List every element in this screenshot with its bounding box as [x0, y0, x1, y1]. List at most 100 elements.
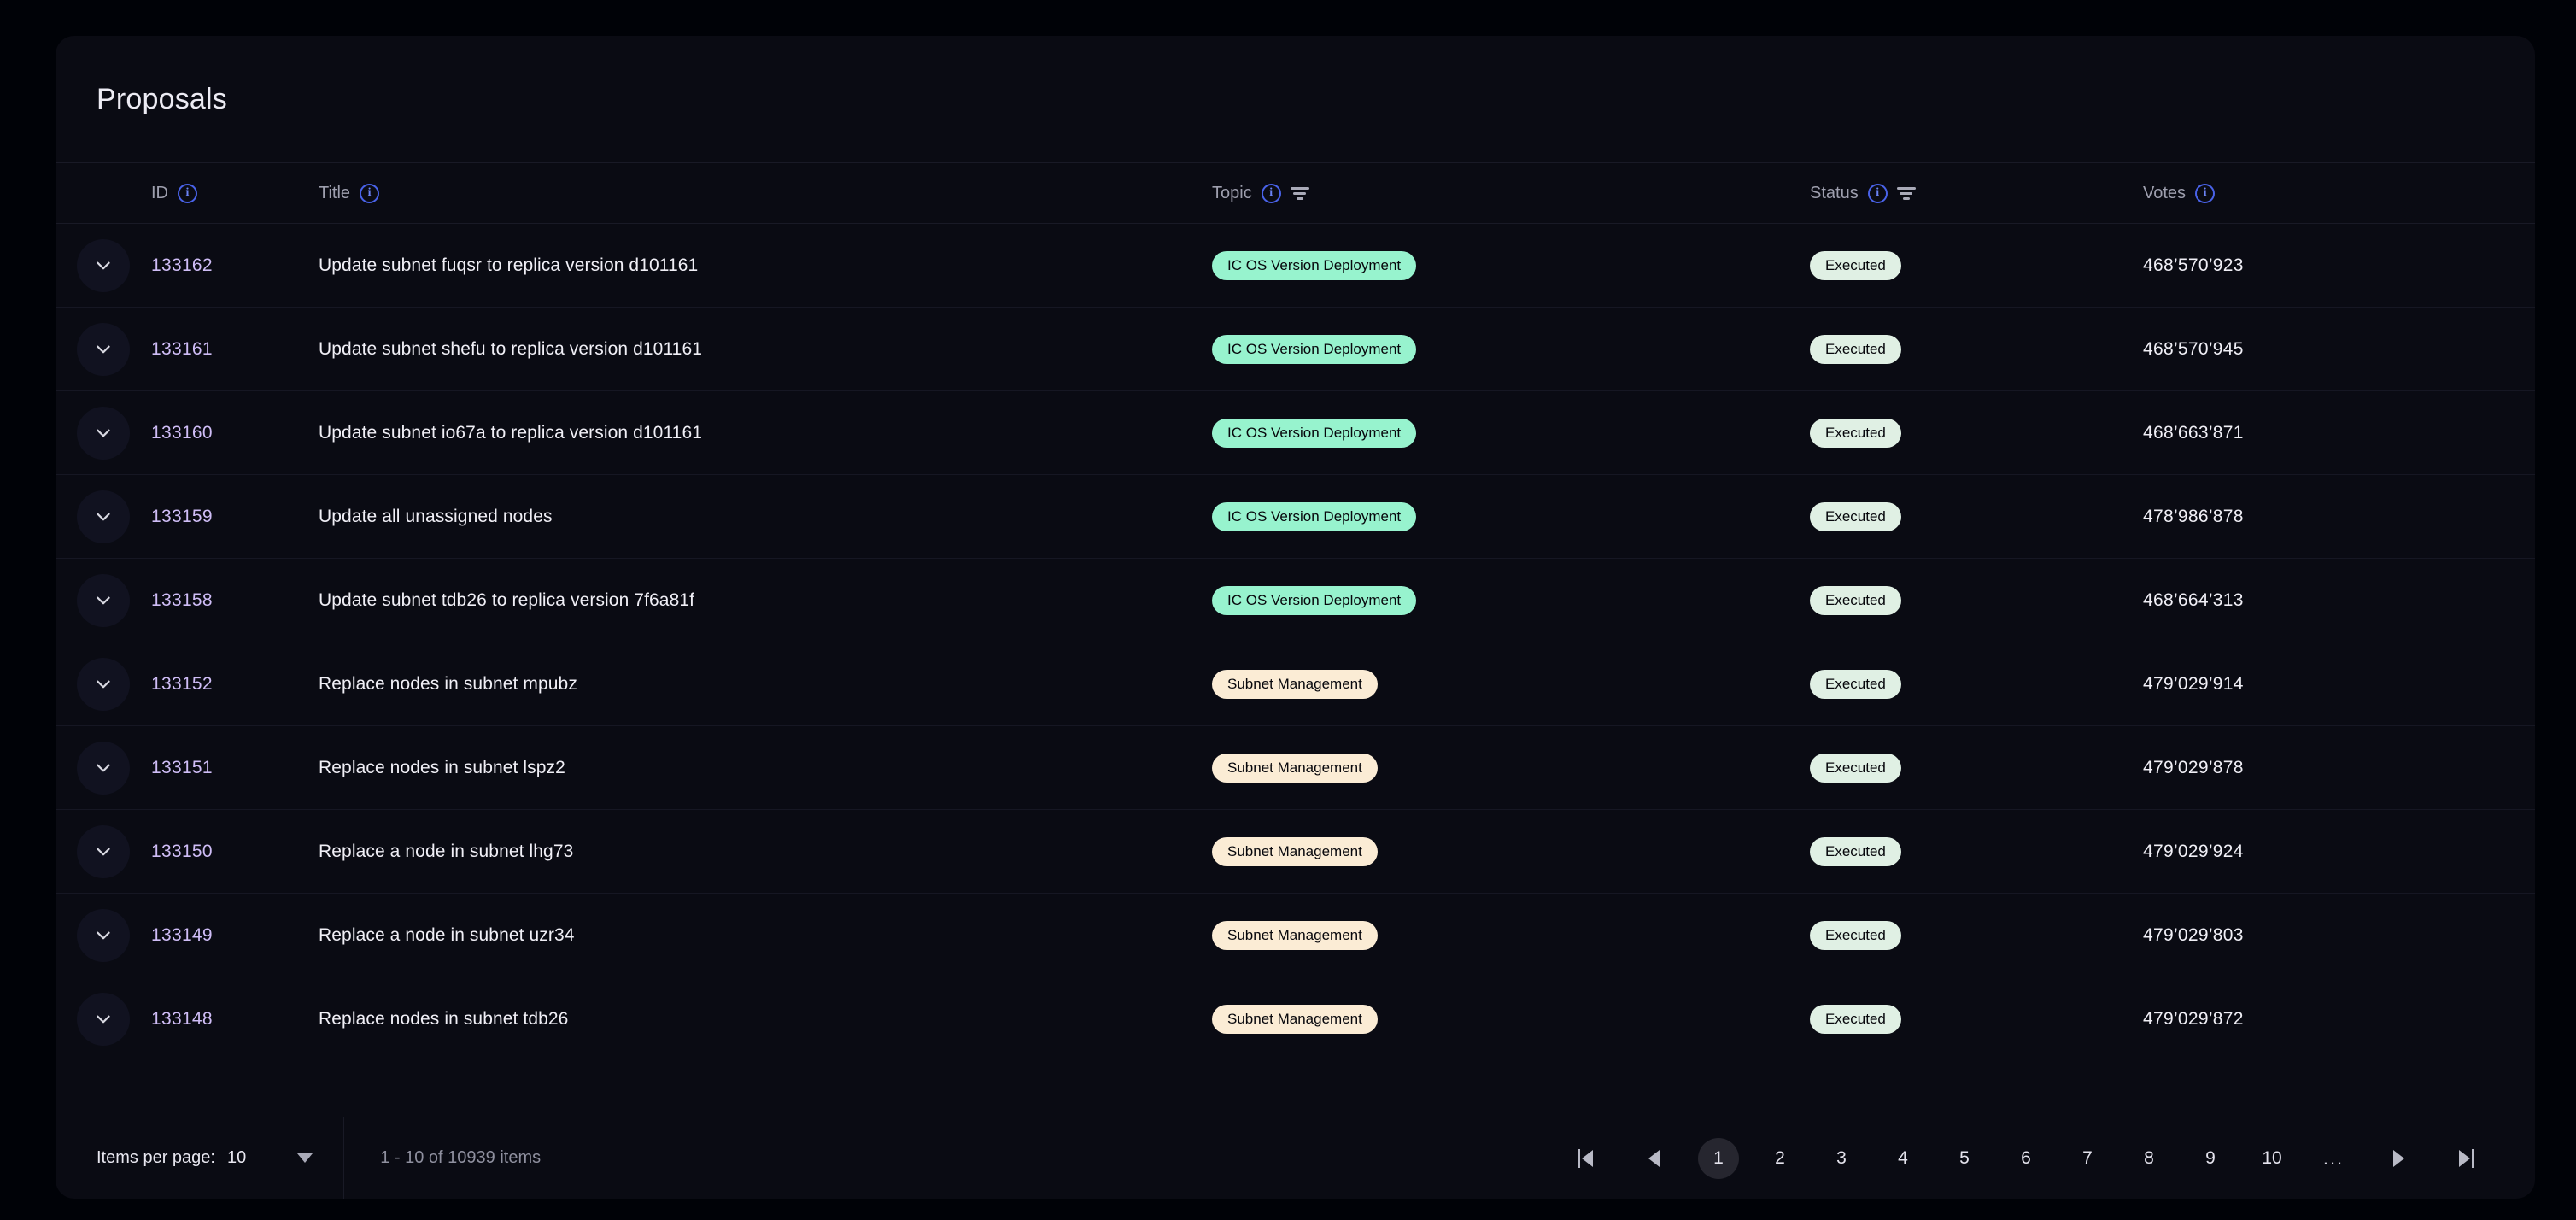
status-cell: Executed	[1810, 585, 2143, 615]
page-button-7[interactable]: 7	[2067, 1138, 2108, 1179]
table-header-status-label: Status	[1810, 183, 1859, 202]
status-badge: Executed	[1810, 1005, 1901, 1034]
proposal-title[interactable]: Update all unassigned nodes	[319, 507, 1212, 527]
expand-row-button[interactable]	[56, 657, 151, 711]
pagination-ellipsis: ...	[2322, 1147, 2345, 1169]
filter-icon[interactable]	[1896, 186, 1916, 200]
proposal-title[interactable]: Replace a node in subnet lhg73	[319, 842, 1212, 862]
status-badge: Executed	[1810, 418, 1901, 448]
table-footer: Items per page: 10 1 - 10 of 10939 items…	[56, 1117, 2535, 1199]
proposal-title[interactable]: Update subnet fuqsr to replica version d…	[319, 255, 1212, 276]
table-row[interactable]: 133152 Replace nodes in subnet mpubz Subne…	[56, 642, 2535, 726]
info-icon[interactable]: i	[178, 183, 197, 203]
proposal-id-link[interactable]: 133148	[151, 1009, 319, 1029]
filter-icon[interactable]	[1290, 186, 1309, 200]
topic-cell: IC OS Version Deployment	[1212, 418, 1810, 448]
proposal-title[interactable]: Update subnet shefu to replica version d…	[319, 339, 1212, 360]
chevron-down-icon[interactable]	[77, 406, 130, 460]
expand-row-button[interactable]	[56, 490, 151, 543]
proposal-title[interactable]: Update subnet io67a to replica version d…	[319, 423, 1212, 443]
proposal-title[interactable]: Replace a node in subnet uzr34	[319, 925, 1212, 946]
info-icon[interactable]: i	[1261, 183, 1281, 203]
topic-badge: Subnet Management	[1212, 753, 1378, 783]
table-row[interactable]: 133161 Update subnet shefu to replica ver…	[56, 308, 2535, 391]
chevron-down-icon[interactable]	[77, 238, 130, 292]
items-per-page-select[interactable]: Items per page: 10	[56, 1117, 345, 1199]
status-badge: Executed	[1810, 753, 1901, 783]
items-per-page-label: Items per page:	[97, 1148, 215, 1167]
expand-row-button[interactable]	[56, 908, 151, 962]
topic-badge: IC OS Version Deployment	[1212, 418, 1417, 448]
status-badge: Executed	[1810, 836, 1901, 866]
status-cell: Executed	[1810, 501, 2143, 531]
table-row[interactable]: 133151 Replace nodes in subnet lspz2 Subne…	[56, 726, 2535, 810]
expand-row-button[interactable]	[56, 322, 151, 376]
proposal-title[interactable]: Replace nodes in subnet mpubz	[319, 674, 1212, 695]
chevron-down-icon[interactable]	[77, 741, 130, 795]
chevron-down-icon[interactable]	[77, 993, 130, 1046]
chevron-down-icon[interactable]	[77, 657, 130, 711]
proposal-id-link[interactable]: 133160	[151, 423, 319, 443]
expand-row-button[interactable]	[56, 824, 151, 878]
chevron-down-icon[interactable]	[77, 322, 130, 376]
page-button-4[interactable]: 4	[1882, 1138, 1923, 1179]
chevron-down-icon[interactable]	[77, 573, 130, 627]
page-button-1[interactable]: 1	[1698, 1137, 1739, 1179]
table-row[interactable]: 133162 Update subnet fuqsr to replica ver…	[56, 224, 2535, 308]
page-button-3[interactable]: 3	[1821, 1138, 1862, 1179]
topic-badge: Subnet Management	[1212, 920, 1378, 950]
votes-value: 479’029’803	[2143, 924, 2244, 945]
previous-page-icon[interactable]	[1633, 1138, 1674, 1179]
status-badge: Executed	[1810, 334, 1901, 364]
proposal-id-link[interactable]: 133149	[151, 925, 319, 946]
proposal-title[interactable]: Replace nodes in subnet lspz2	[319, 758, 1212, 778]
table-row[interactable]: 133159 Update all unassigned nodes IC OS V…	[56, 475, 2535, 559]
proposal-id-link[interactable]: 133159	[151, 507, 319, 527]
table-row[interactable]: 133160 Update subnet io67a to replica ver…	[56, 391, 2535, 475]
proposal-id-link[interactable]: 133150	[151, 842, 319, 862]
expand-row-button[interactable]	[56, 573, 151, 627]
proposal-title[interactable]: Replace nodes in subnet tdb26	[319, 1009, 1212, 1029]
proposal-title[interactable]: Update subnet tdb26 to replica version 7…	[319, 590, 1212, 611]
last-page-icon[interactable]	[2446, 1138, 2487, 1179]
chevron-down-icon[interactable]	[77, 824, 130, 878]
page-button-6[interactable]: 6	[2005, 1138, 2046, 1179]
expand-row-button[interactable]	[56, 238, 151, 292]
chevron-down-icon[interactable]	[77, 908, 130, 962]
table-row[interactable]: 133149 Replace a node in subnet uzr34 Subn…	[56, 894, 2535, 977]
pagination: 1 2 3 4 5 6 7 8 9 10 ...	[1551, 1137, 2535, 1179]
table-header-votes-label: Votes	[2143, 183, 2187, 202]
page-button-2[interactable]: 2	[1759, 1138, 1800, 1179]
chevron-down-icon[interactable]	[77, 490, 130, 543]
expand-row-button[interactable]	[56, 993, 151, 1046]
proposal-id-link[interactable]: 133162	[151, 255, 319, 276]
page-button-5[interactable]: 5	[1944, 1138, 1985, 1179]
status-cell: Executed	[1810, 920, 2143, 950]
page-button-10[interactable]: 10	[2251, 1138, 2292, 1179]
table-header-topic-label: Topic	[1212, 183, 1252, 202]
topic-badge: IC OS Version Deployment	[1212, 501, 1417, 531]
status-cell: Executed	[1810, 250, 2143, 280]
topic-cell: Subnet Management	[1212, 920, 1810, 950]
next-page-icon[interactable]	[2378, 1138, 2419, 1179]
proposal-id-link[interactable]: 133151	[151, 758, 319, 778]
table-header-status: Status i	[1810, 183, 2143, 203]
proposal-id-link[interactable]: 133158	[151, 590, 319, 611]
topic-cell: Subnet Management	[1212, 753, 1810, 783]
proposal-id-link[interactable]: 133152	[151, 674, 319, 695]
info-icon[interactable]: i	[2195, 183, 2216, 203]
status-cell: Executed	[1810, 753, 2143, 783]
info-icon[interactable]: i	[360, 183, 380, 203]
first-page-icon[interactable]	[1565, 1138, 1606, 1179]
topic-cell: IC OS Version Deployment	[1212, 334, 1810, 364]
page-button-9[interactable]: 9	[2190, 1138, 2231, 1179]
proposal-id-link[interactable]: 133161	[151, 339, 319, 360]
info-icon[interactable]: i	[1867, 183, 1888, 203]
table-row[interactable]: 133148 Replace nodes in subnet tdb26 Subne…	[56, 977, 2535, 1061]
topic-cell: IC OS Version Deployment	[1212, 585, 1810, 615]
table-row[interactable]: 133150 Replace a node in subnet lhg73 Subn…	[56, 810, 2535, 894]
expand-row-button[interactable]	[56, 741, 151, 795]
expand-row-button[interactable]	[56, 406, 151, 460]
page-button-8[interactable]: 8	[2128, 1138, 2169, 1179]
table-row[interactable]: 133158 Update subnet tdb26 to replica ver…	[56, 559, 2535, 642]
